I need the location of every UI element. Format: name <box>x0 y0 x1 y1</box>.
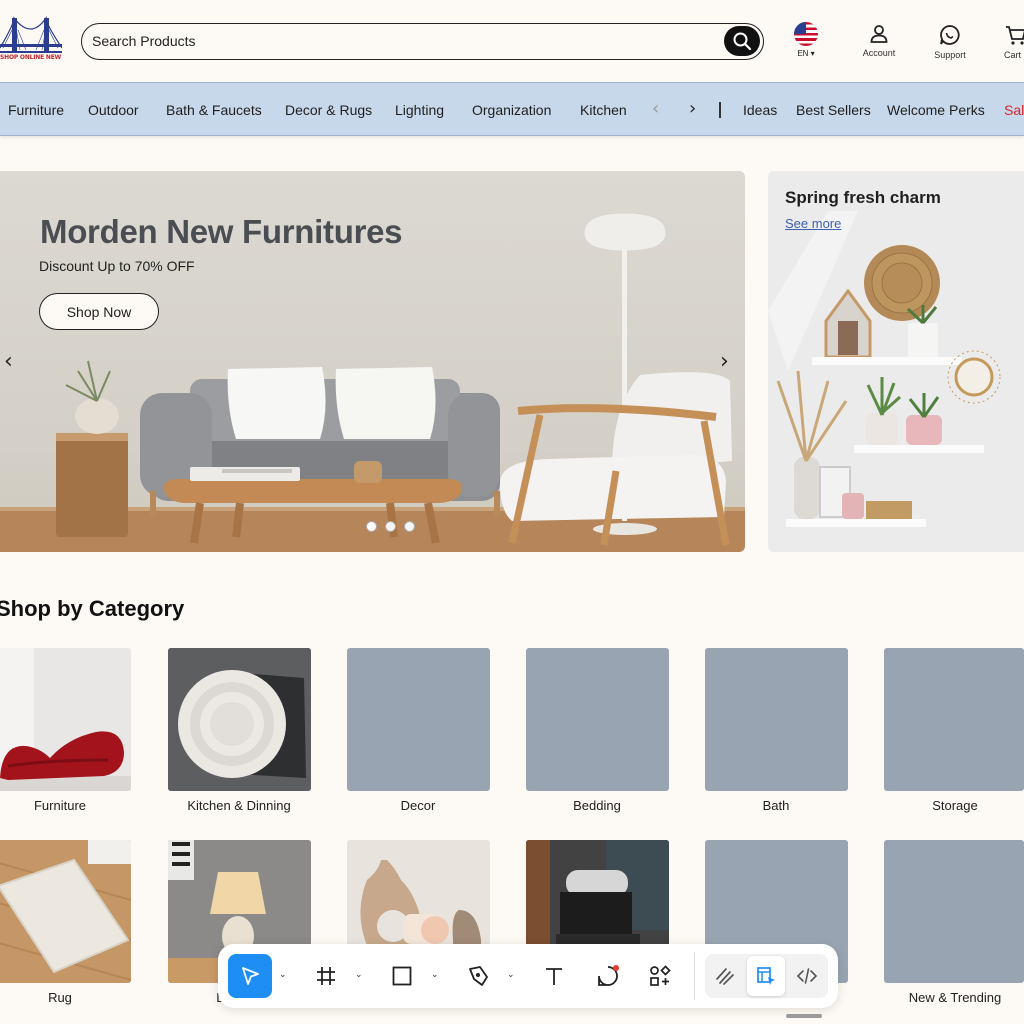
category-tile-bath[interactable] <box>705 648 848 791</box>
nav-item-outdoor[interactable]: Outdoor <box>88 102 139 118</box>
us-flag-icon <box>794 22 818 46</box>
account-button[interactable]: Account <box>860 24 898 58</box>
category-label: Kitchen & Dinning <box>187 798 291 813</box>
category-tile-storage[interactable] <box>884 648 1024 791</box>
cart-label: Cart <box>1004 50 1022 60</box>
category-tile-decor[interactable] <box>347 648 490 791</box>
home-indicator <box>786 1014 822 1018</box>
nav-item-kitchen[interactable]: Kitchen <box>580 102 627 118</box>
category-label: Decor <box>400 798 436 813</box>
draw-icon <box>716 968 734 985</box>
cart-icon <box>1006 26 1024 45</box>
category-label: Storage <box>932 798 978 813</box>
category-tile-kitchen-dinning[interactable] <box>168 648 311 791</box>
pen-icon <box>469 966 488 986</box>
carousel-prev-icon[interactable]: ‹ <box>4 349 13 374</box>
toolbar-divider <box>694 952 695 1000</box>
shop-now-button[interactable]: Shop Now <box>39 293 159 330</box>
logo-text: SHOP ONLINE NEW YORK <box>0 54 62 61</box>
support-label: Support <box>934 50 966 60</box>
carousel-dots <box>366 517 423 536</box>
rug-image <box>0 840 131 983</box>
comment-icon <box>598 965 619 986</box>
header: SHOP ONLINE NEW YORK EN ▾ Account Suppor… <box>0 0 1024 82</box>
category-tile-furniture[interactable] <box>0 648 131 791</box>
nav-item-organization[interactable]: Organization <box>472 102 551 118</box>
nav-item-furniture[interactable]: Furniture <box>8 102 64 118</box>
code-mode-button[interactable] <box>787 956 827 996</box>
hero-title: Morden New Furnitures <box>40 213 403 250</box>
chevron-right-icon[interactable]: › <box>689 98 696 119</box>
bridge-logo-icon <box>0 16 62 53</box>
carousel-dot[interactable] <box>385 521 396 532</box>
account-label: Account <box>862 48 896 58</box>
category-nav: Furniture Outdoor Bath & Faucets Decor &… <box>0 82 1024 136</box>
category-label: Furniture <box>33 798 87 813</box>
text-tool-button[interactable] <box>532 954 576 998</box>
pen-tool-button[interactable] <box>456 954 500 998</box>
mode-switcher <box>705 954 828 998</box>
promo-title: Spring fresh charm <box>785 188 941 207</box>
chevron-down-icon[interactable]: ⌄ <box>355 970 363 980</box>
category-label: Bath <box>762 798 790 813</box>
category-label: Bedding <box>573 798 621 813</box>
nav-item-lighting[interactable]: Lighting <box>395 102 444 118</box>
chat-icon <box>940 25 960 45</box>
user-icon <box>870 25 888 43</box>
text-icon <box>546 968 562 985</box>
chevron-down-icon: ▾ <box>810 49 815 58</box>
promo-card[interactable]: Spring fresh charm See more <box>768 171 1024 552</box>
code-icon <box>796 968 818 984</box>
cursor-icon <box>242 967 259 985</box>
components-icon <box>650 965 671 986</box>
carousel-next-icon[interactable]: › <box>720 349 729 374</box>
category-tile-new-trending[interactable] <box>884 840 1024 983</box>
nav-item-sale[interactable]: Sale <box>1004 102 1024 118</box>
chevron-down-icon[interactable]: ⌄ <box>431 970 439 980</box>
search-bar <box>81 23 764 60</box>
shape-tool-button[interactable] <box>380 954 424 998</box>
frame-tool-button[interactable] <box>304 954 348 998</box>
move-tool-button[interactable] <box>228 954 272 998</box>
search-input[interactable] <box>92 24 712 58</box>
nav-item-welcome-perks[interactable]: Welcome Perks <box>887 102 985 118</box>
language-selector[interactable]: EN ▾ <box>791 22 821 58</box>
carousel-dot[interactable] <box>366 521 377 532</box>
components-tool-button[interactable] <box>638 954 682 998</box>
chevron-down-icon[interactable]: ⌄ <box>507 970 515 980</box>
design-toolbar: ⌄ ⌄ ⌄ ⌄ <box>218 944 838 1008</box>
hero-subtitle: Discount Up to 70% OFF <box>39 258 195 274</box>
language-code: EN <box>797 49 809 58</box>
design-mode-button[interactable] <box>747 956 785 996</box>
plates-image <box>168 648 311 791</box>
category-section-title: Shop by Category <box>0 596 185 621</box>
nav-item-best-sellers[interactable]: Best Sellers <box>796 102 871 118</box>
cart-button[interactable]: Cart <box>1004 24 1024 60</box>
category-tile-bedding[interactable] <box>526 648 669 791</box>
search-button[interactable] <box>724 26 760 56</box>
nav-item-decor-rugs[interactable]: Decor & Rugs <box>285 102 372 118</box>
search-icon <box>733 32 752 51</box>
nav-item-bath-faucets[interactable]: Bath & Faucets <box>166 102 262 118</box>
carousel-dot[interactable] <box>404 521 415 532</box>
support-button[interactable]: Support <box>930 24 970 60</box>
see-more-link[interactable]: See more <box>785 216 841 231</box>
category-tile-rug[interactable] <box>0 840 131 983</box>
red-sofa-image <box>0 648 131 791</box>
category-label: New & Trending <box>908 990 1002 1005</box>
comment-tool-button[interactable] <box>586 954 630 998</box>
chevron-down-icon[interactable]: ⌄ <box>279 970 287 980</box>
category-label: Rug <box>48 990 72 1005</box>
rectangle-icon <box>392 966 412 986</box>
frame-icon <box>317 967 335 985</box>
nav-item-ideas[interactable]: Ideas <box>743 102 777 118</box>
nav-divider <box>719 102 721 118</box>
store-logo[interactable]: SHOP ONLINE NEW YORK <box>0 14 62 66</box>
draw-mode-button[interactable] <box>705 956 745 996</box>
hero-banner[interactable]: Morden New Furnitures Discount Up to 70%… <box>0 171 745 552</box>
chevron-left-icon[interactable]: ‹ <box>652 98 659 119</box>
design-icon <box>757 967 775 985</box>
